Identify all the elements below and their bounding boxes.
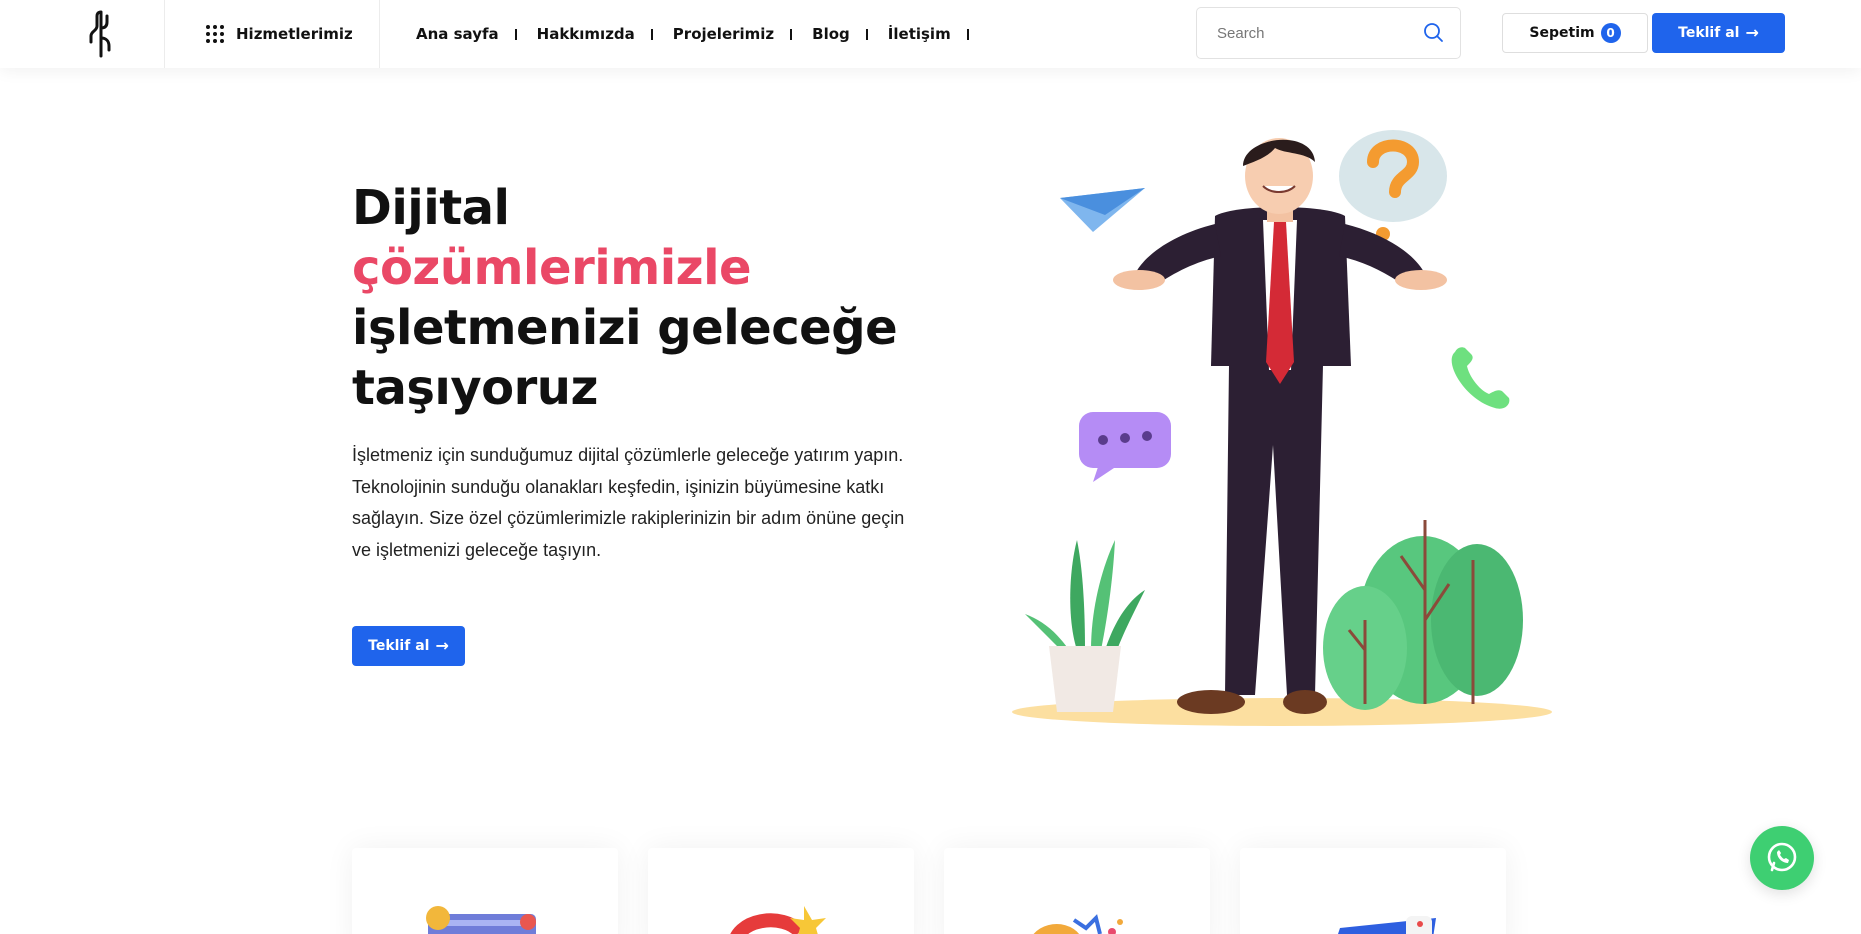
nav-item-label: İletişim: [887, 25, 951, 43]
keyboard-illustration-icon: [426, 906, 536, 934]
chat-bubble-icon: [1079, 412, 1171, 482]
main-nav: Ana sayfa Hakkımızda Projelerimiz Blog İ…: [416, 0, 989, 68]
nav-item-home[interactable]: Ana sayfa: [416, 25, 537, 43]
header-quote-button[interactable]: Teklif al →: [1652, 13, 1785, 53]
nav-separator: [790, 28, 793, 40]
hero-title: Dijital çözümlerimizle işletmenizi gelec…: [352, 178, 912, 418]
hero-quote-button[interactable]: Teklif al →: [352, 626, 465, 666]
nav-item-blog[interactable]: Blog: [812, 25, 888, 43]
site-header: Hizmetlerimiz Ana sayfa Hakkımızda Proje…: [0, 0, 1861, 68]
search-input[interactable]: [1217, 24, 1422, 42]
whatsapp-button[interactable]: [1750, 826, 1814, 890]
cart-count-badge: 0: [1600, 23, 1621, 43]
analytics-illustration-icon: [1033, 914, 1123, 934]
nav-item-label: Projelerimiz: [672, 25, 775, 43]
hero-title-line: işletmenizi geleceğe: [352, 300, 898, 356]
services-menu-button[interactable]: Hizmetlerimiz: [165, 0, 380, 68]
phone-icon: [1451, 347, 1510, 409]
services-menu-label: Hizmetlerimiz: [236, 25, 353, 43]
nav-item-about[interactable]: Hakkımızda: [537, 25, 673, 43]
nav-item-label: Hakkımızda: [536, 25, 635, 43]
arrow-right-icon: →: [1745, 23, 1759, 42]
nav-separator: [650, 28, 653, 40]
arrow-right-icon: →: [435, 636, 449, 655]
nav-item-contact[interactable]: İletişim: [888, 25, 989, 43]
device-illustration-icon: [1338, 916, 1436, 934]
search-box: [1196, 7, 1461, 59]
potted-plant: [1025, 540, 1145, 712]
hero-title-line: taşıyoruz: [352, 360, 598, 416]
service-card[interactable]: [352, 848, 618, 934]
question-bubble-icon: [1339, 130, 1447, 241]
nav-separator: [514, 28, 517, 40]
nav-item-label: Ana sayfa: [416, 25, 499, 43]
nav-separator: [966, 28, 969, 40]
cactus-logo-icon: [89, 10, 111, 58]
nav-item-label: Blog: [812, 25, 850, 43]
logo-link[interactable]: [0, 0, 165, 68]
quote-label: Teklif al: [1678, 25, 1740, 41]
cart-label: Sepetim: [1529, 25, 1595, 41]
hero-title-accent: çözümlerimizle: [352, 240, 752, 296]
service-card[interactable]: [1240, 848, 1506, 934]
hero-description: İşletmeniz için sunduğumuz dijital çözüm…: [352, 445, 905, 560]
paper-plane-icon: [1060, 188, 1145, 232]
target-illustration-icon: [730, 906, 826, 934]
hero-quote-label: Teklif al: [368, 638, 430, 654]
cart-button[interactable]: Sepetim 0: [1502, 13, 1648, 53]
service-card[interactable]: [648, 848, 914, 934]
bush-plant: [1323, 520, 1523, 710]
nav-separator: [865, 28, 868, 40]
service-card[interactable]: [944, 848, 1210, 934]
search-icon[interactable]: [1422, 22, 1444, 44]
whatsapp-icon: [1767, 842, 1797, 872]
grid-dots-icon: [206, 25, 224, 43]
hero-title-line: Dijital: [352, 180, 510, 236]
hero-illustration: [1012, 130, 1552, 726]
nav-item-projects[interactable]: Projelerimiz: [673, 25, 812, 43]
